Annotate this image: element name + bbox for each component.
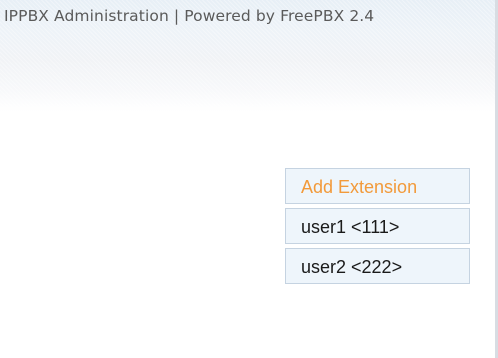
extension-list: Add Extension user1 <111> user2 <222> (285, 168, 470, 288)
add-extension-link[interactable]: Add Extension (285, 168, 470, 204)
page-title: IPPBX Administration | Powered by FreePB… (4, 7, 375, 25)
extension-item-user1[interactable]: user1 <111> (285, 208, 470, 244)
header-banner: IPPBX Administration | Powered by FreePB… (0, 0, 498, 112)
extension-item-user2[interactable]: user2 <222> (285, 248, 470, 284)
